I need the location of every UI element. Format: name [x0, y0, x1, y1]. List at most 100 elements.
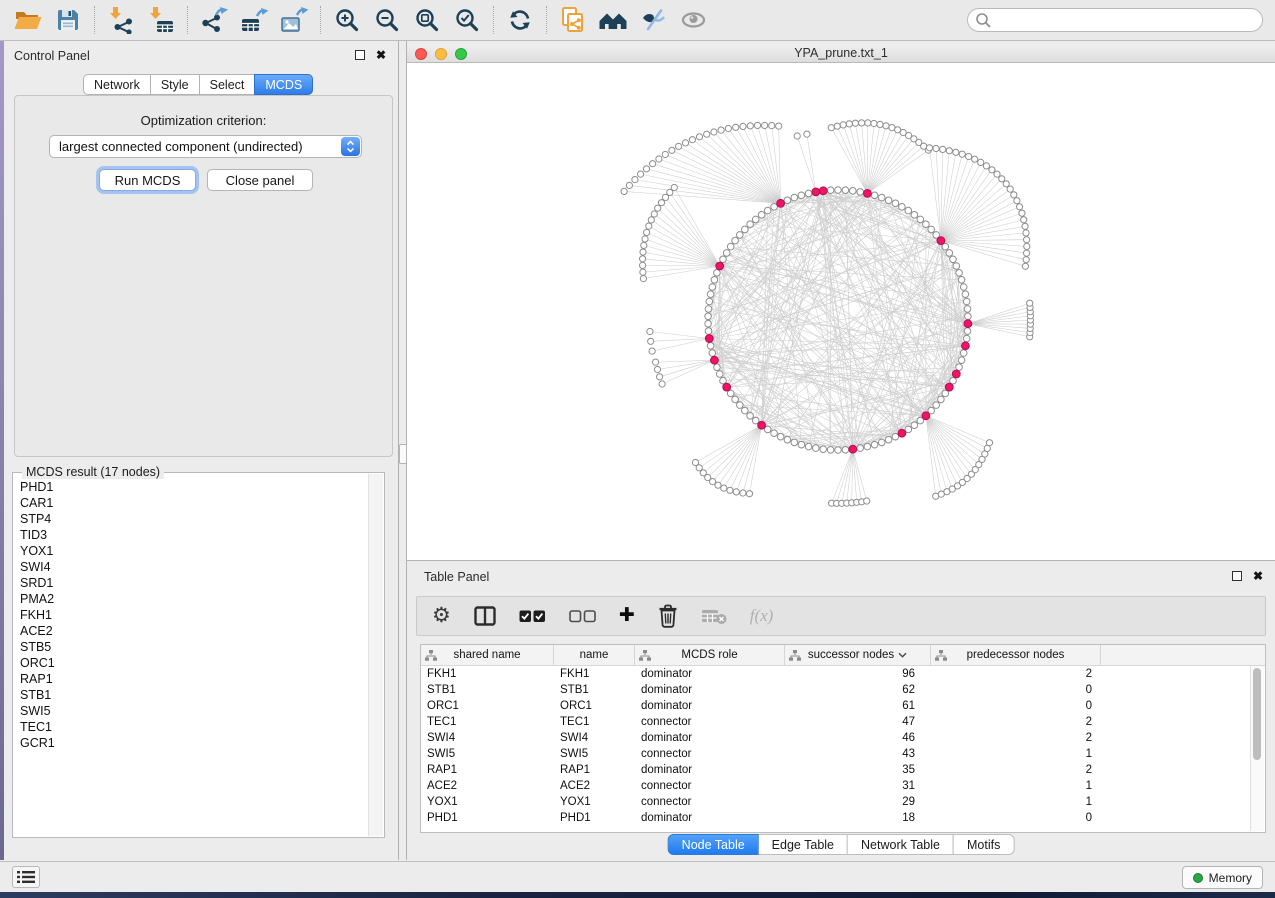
table-scrollbar-thumb[interactable] — [1253, 668, 1261, 760]
close-panel-icon[interactable]: ✖ — [376, 50, 386, 60]
mcds-result-node[interactable]: PMA2 — [20, 591, 368, 607]
table-row[interactable]: RAP1RAP1dominator352 — [421, 762, 1265, 778]
tab-select[interactable]: Select — [199, 74, 256, 95]
zoom-fit-button[interactable] — [407, 3, 447, 37]
mcds-result-node[interactable]: YOX1 — [20, 543, 368, 559]
table-tab-motifs[interactable]: Motifs — [953, 834, 1014, 855]
deselect-all-icon[interactable] — [569, 610, 596, 623]
table-cell: YOX1 — [421, 796, 554, 808]
add-row-icon[interactable]: ✚ — [619, 606, 635, 626]
mcds-result-node[interactable]: TID3 — [20, 527, 368, 543]
float-panel-icon[interactable] — [355, 50, 365, 60]
close-panel-button[interactable]: Close panel — [207, 169, 313, 191]
mcds-result-node[interactable]: ORC1 — [20, 655, 368, 671]
search-input[interactable] — [992, 12, 1262, 28]
table-row[interactable]: ORC1ORC1dominator610 — [421, 698, 1265, 714]
refresh-button[interactable] — [500, 3, 540, 37]
mcds-result-node[interactable]: CAR1 — [20, 495, 368, 511]
table-row[interactable]: FKH1FKH1dominator962 — [421, 666, 1265, 682]
tab-style[interactable]: Style — [150, 74, 200, 95]
table-tab-node-table[interactable]: Node Table — [668, 834, 759, 855]
mcds-result-node[interactable]: STB5 — [20, 639, 368, 655]
window-maximize-icon[interactable] — [455, 48, 467, 60]
mcds-result-node[interactable]: STP4 — [20, 511, 368, 527]
application-window: Control Panel ✖ NetworkStyleSelectMCDS O… — [0, 0, 1275, 892]
mcds-result-node[interactable]: SRD1 — [20, 575, 368, 591]
mcds-result-node[interactable]: STB1 — [20, 687, 368, 703]
export-network-button[interactable] — [194, 3, 234, 37]
import-table-button[interactable] — [141, 3, 181, 37]
mcds-result-node[interactable]: RAP1 — [20, 671, 368, 687]
mcds-result-node[interactable]: GCR1 — [20, 735, 368, 751]
import-network-button[interactable] — [101, 3, 141, 37]
mcds-result-title: MCDS result (17 nodes) — [22, 465, 164, 479]
home-networks-button[interactable] — [593, 3, 633, 37]
hide-selected-button[interactable] — [633, 3, 673, 37]
close-table-panel-icon[interactable]: ✖ — [1253, 571, 1263, 581]
zoom-in-button[interactable] — [327, 3, 367, 37]
tab-mcds[interactable]: MCDS — [254, 74, 313, 95]
mcds-result-node[interactable]: FKH1 — [20, 607, 368, 623]
hide-eye-slash-icon — [640, 8, 667, 32]
open-file-button[interactable] — [8, 3, 48, 37]
zoom-out-button[interactable] — [367, 3, 407, 37]
table-cell: 1 — [931, 780, 1101, 792]
memory-button[interactable]: Memory — [1182, 866, 1263, 889]
result-scrollbar[interactable] — [368, 474, 383, 836]
panel-splitter[interactable] — [399, 41, 407, 860]
export-image-button[interactable] — [274, 3, 314, 37]
column-header-shared-name[interactable]: shared name — [421, 645, 554, 665]
attribute-type-icon — [639, 650, 651, 661]
table-cell: ORC1 — [554, 700, 635, 712]
column-header-successor-nodes[interactable]: successor nodes — [785, 645, 931, 665]
zoom-selected-button[interactable] — [447, 3, 487, 37]
table-row[interactable]: SWI4SWI4dominator462 — [421, 730, 1265, 746]
delete-table-icon[interactable] — [701, 607, 727, 625]
table-row[interactable]: ACE2ACE2connector311 — [421, 778, 1265, 794]
optimization-criterion-dropdown[interactable]: largest connected component (undirected) — [49, 135, 362, 158]
search-box[interactable] — [967, 8, 1263, 32]
import-table-icon — [147, 6, 175, 34]
zoom-selected-icon — [454, 7, 480, 33]
table-row[interactable]: YOX1YOX1connector291 — [421, 794, 1265, 810]
task-history-button[interactable] — [12, 866, 40, 888]
table-cell: TEC1 — [421, 716, 554, 728]
mcds-result-node[interactable]: PHD1 — [20, 479, 368, 495]
mcds-result-node[interactable]: TEC1 — [20, 719, 368, 735]
table-tab-edge-table[interactable]: Edge Table — [758, 834, 848, 855]
network-canvas[interactable] — [407, 63, 1275, 560]
window-close-icon[interactable] — [415, 48, 427, 60]
table-tab-network-table[interactable]: Network Table — [847, 834, 954, 855]
show-columns-icon[interactable] — [474, 606, 496, 626]
export-table-icon — [240, 6, 268, 34]
splitter-handle-icon[interactable] — [399, 444, 407, 464]
mcds-result-node[interactable]: SWI5 — [20, 703, 368, 719]
show-all-button[interactable] — [673, 3, 713, 37]
column-header-MCDS-role[interactable]: MCDS role — [635, 645, 785, 665]
apply-function-icon[interactable]: f(x) — [750, 606, 774, 626]
table-cell: TEC1 — [554, 716, 635, 728]
table-settings-icon[interactable]: ⚙ — [432, 606, 451, 626]
table-row[interactable]: SWI5SWI5connector431 — [421, 746, 1265, 762]
table-cell: SWI4 — [554, 732, 635, 744]
table-row[interactable]: STB1STB1dominator620 — [421, 682, 1265, 698]
window-minimize-icon[interactable] — [435, 48, 447, 60]
run-mcds-button[interactable]: Run MCDS — [99, 169, 196, 191]
mcds-result-node[interactable]: SWI4 — [20, 559, 368, 575]
delete-row-trash-icon[interactable] — [658, 604, 678, 628]
table-row[interactable]: PHD1PHD1dominator180 — [421, 810, 1265, 826]
export-table-button[interactable] — [234, 3, 274, 37]
network-window-titlebar[interactable]: YPA_prune.txt_1 — [407, 44, 1275, 63]
column-header-name[interactable]: name — [554, 645, 635, 665]
column-header-predecessor-nodes[interactable]: predecessor nodes — [931, 645, 1101, 665]
table-cell: YOX1 — [554, 796, 635, 808]
table-panel-title: Table Panel — [424, 570, 489, 584]
save-session-button[interactable] — [48, 3, 88, 37]
select-all-icon[interactable] — [519, 610, 546, 623]
duplicate-network-button[interactable] — [553, 3, 593, 37]
float-table-panel-icon[interactable] — [1232, 571, 1242, 581]
table-row[interactable]: TEC1TEC1connector472 — [421, 714, 1265, 730]
table-scrollbar[interactable] — [1250, 666, 1264, 831]
mcds-result-node[interactable]: ACE2 — [20, 623, 368, 639]
tab-network[interactable]: Network — [83, 74, 151, 95]
